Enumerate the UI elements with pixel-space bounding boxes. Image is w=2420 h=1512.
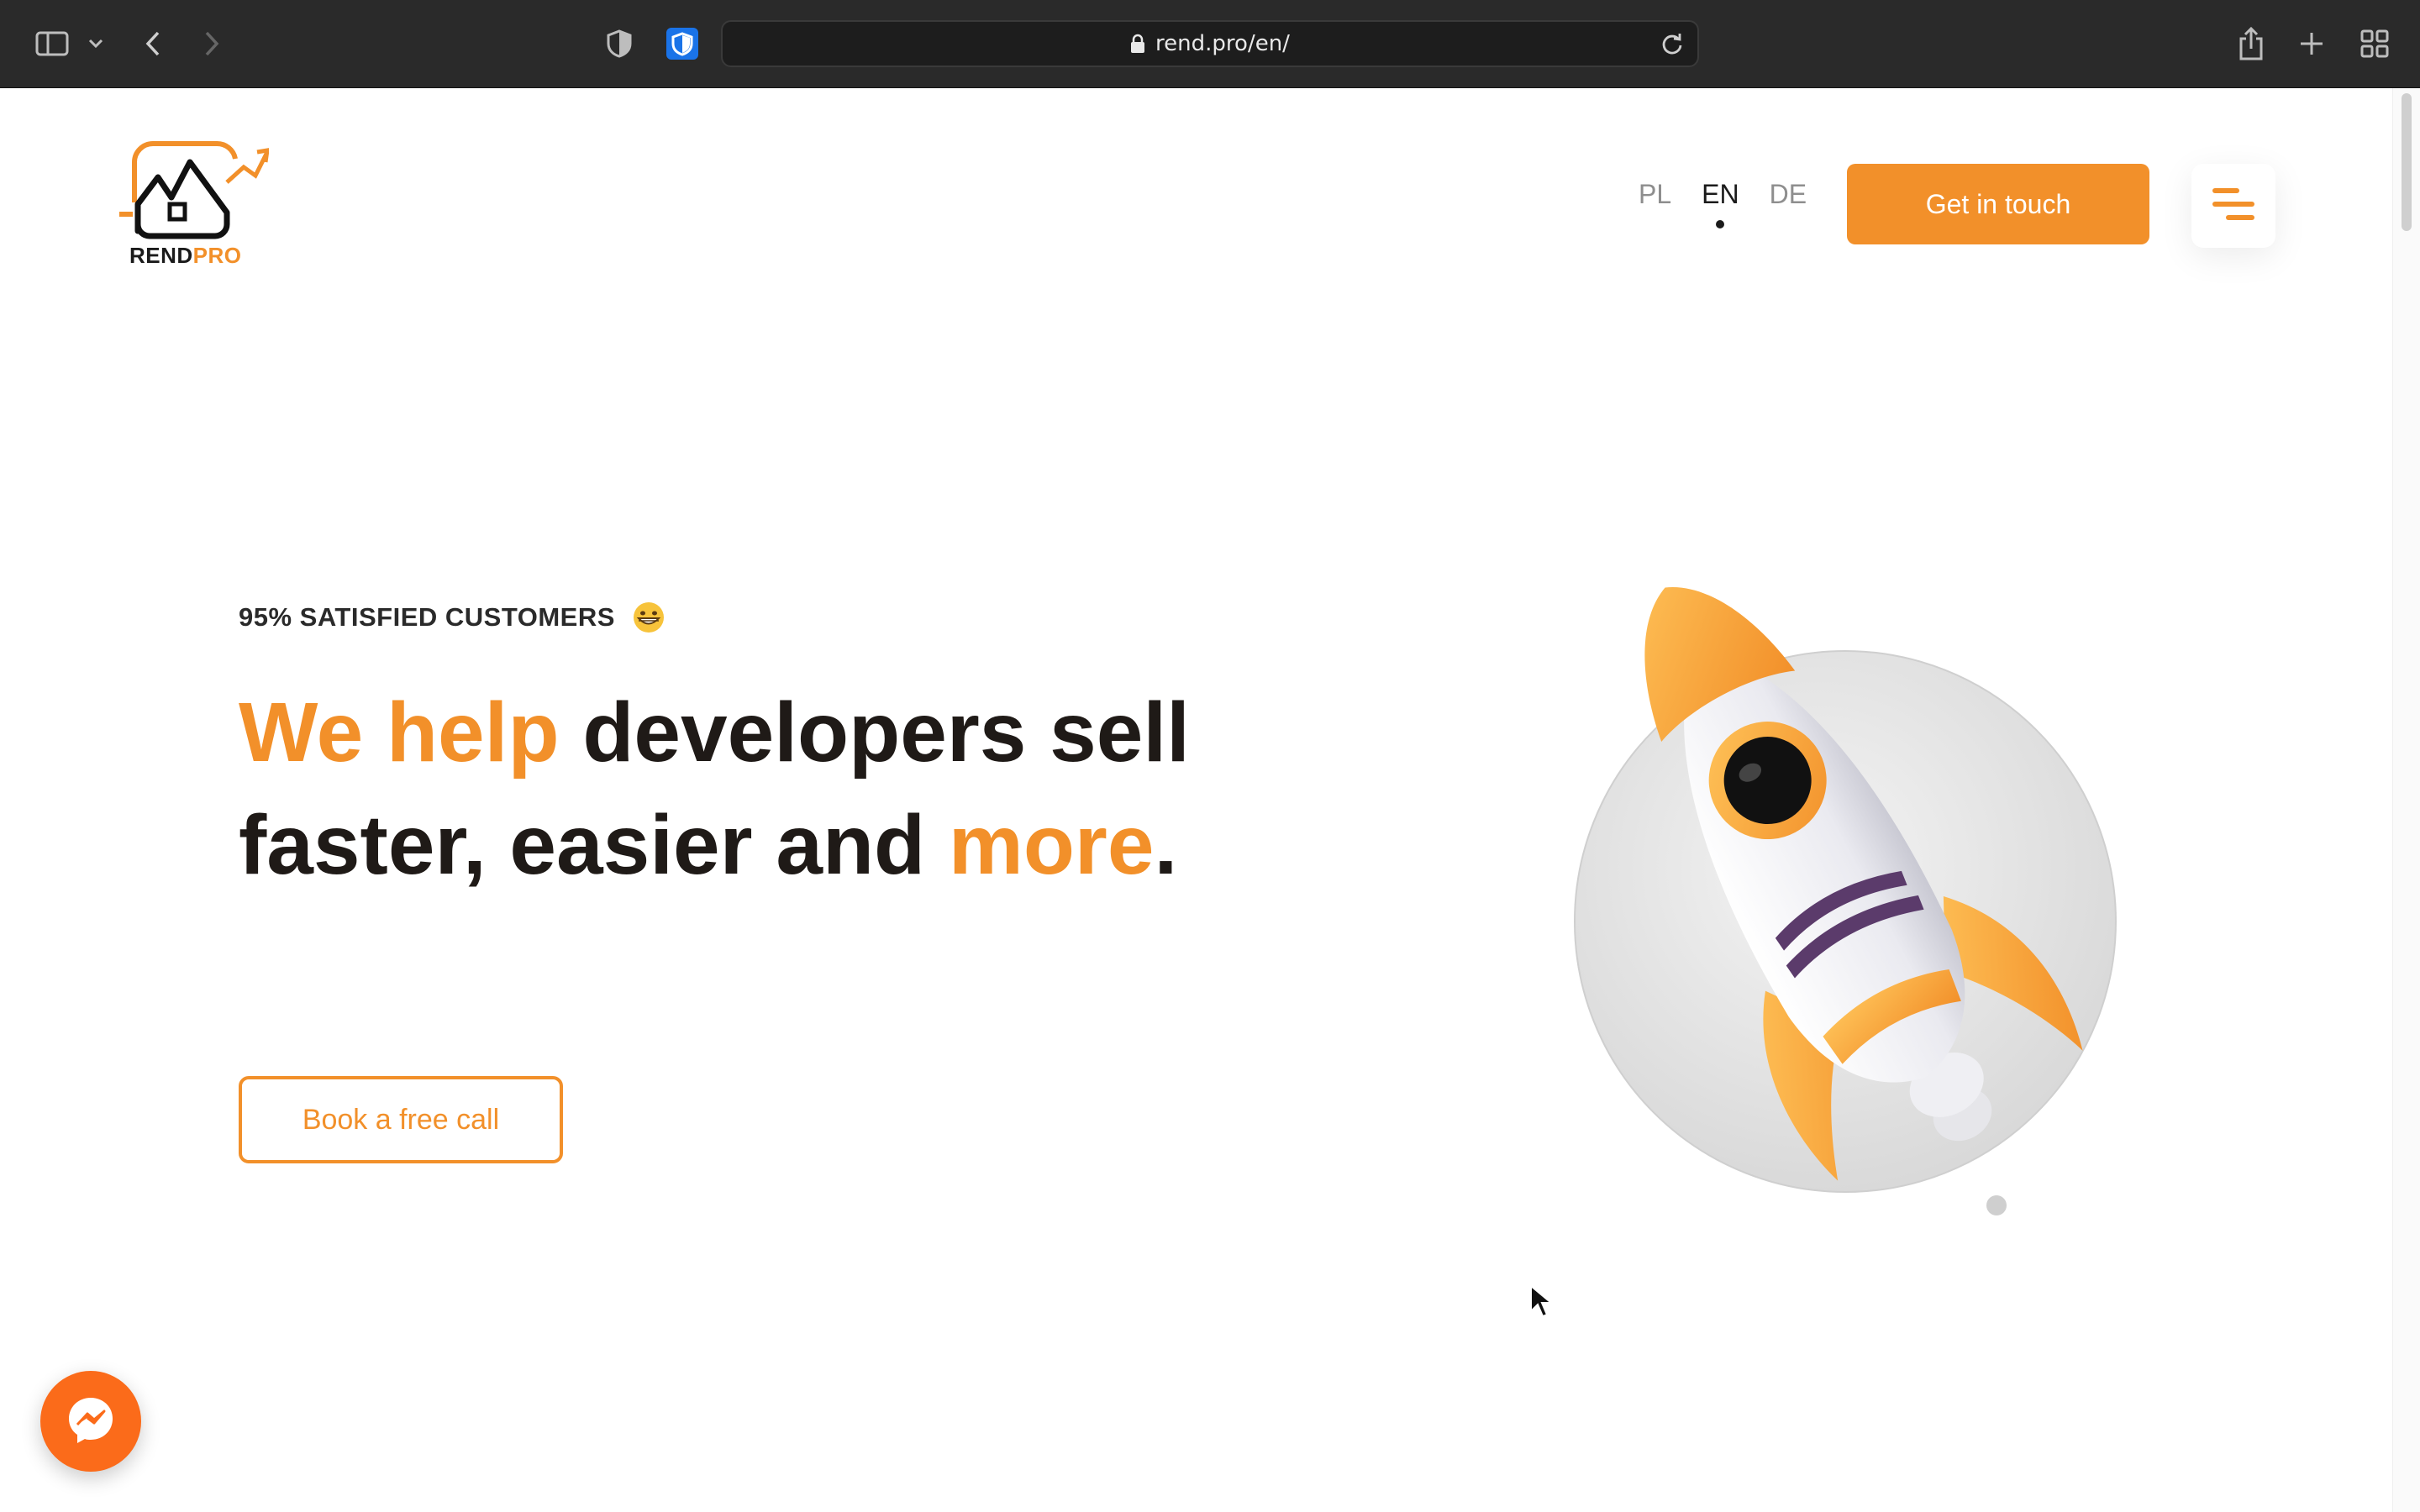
hero-eyebrow: 95% SATISFIED CUSTOMERS	[239, 601, 666, 634]
reload-icon[interactable]	[1660, 32, 1684, 55]
mouse-cursor-icon	[1529, 1284, 1554, 1322]
get-in-touch-button[interactable]: Get in touch	[1847, 164, 2149, 244]
messenger-chat-button[interactable]	[40, 1371, 141, 1472]
rocket-illustration	[1563, 517, 2151, 1222]
browser-toolbar: rend.pro/en/	[0, 0, 2420, 88]
page-content: RENDPRO PL EN DE Get in touch 95% SATISF…	[0, 88, 2393, 1512]
messenger-icon	[64, 1393, 118, 1451]
scrollbar-thumb[interactable]	[2402, 93, 2412, 231]
lang-en[interactable]: EN	[1702, 179, 1739, 228]
menu-button[interactable]	[2191, 164, 2275, 248]
tab-overview-icon[interactable]	[2358, 20, 2391, 67]
password-manager-icon[interactable]	[666, 20, 699, 67]
hero-headline: We help developers sell faster, easier a…	[239, 676, 1247, 901]
hamburger-menu-icon	[2212, 186, 2255, 227]
back-icon[interactable]	[139, 20, 166, 67]
new-tab-icon[interactable]	[2296, 20, 2328, 67]
satisfied-customers-text: 95% SATISFIED CUSTOMERS	[239, 602, 615, 632]
sidebar-toggle-icon[interactable]	[32, 20, 72, 67]
address-bar[interactable]: rend.pro/en/	[721, 20, 1699, 67]
headline-period: .	[1154, 798, 1178, 892]
lang-pl[interactable]: PL	[1639, 179, 1671, 210]
lock-icon	[1130, 34, 1145, 54]
page-scrollbar[interactable]	[2392, 88, 2420, 1512]
language-switcher: PL EN DE	[1639, 179, 1807, 228]
chevron-down-icon[interactable]	[82, 20, 109, 67]
logo-wordmark-pro: PRO	[192, 243, 242, 268]
logo-wordmark[interactable]: RENDPRO	[129, 243, 242, 269]
url-text: rend.pro/en/	[1155, 31, 1290, 56]
headline-accent-2: more	[948, 798, 1155, 892]
grinning-face-icon	[632, 601, 666, 634]
book-free-call-button[interactable]: Book a free call	[239, 1076, 563, 1163]
forward-icon[interactable]	[198, 20, 225, 67]
lang-de[interactable]: DE	[1770, 179, 1807, 210]
headline-accent-1: We help	[239, 685, 583, 780]
logo-wordmark-rend: REND	[129, 243, 193, 268]
privacy-shield-icon[interactable]	[603, 20, 635, 67]
share-icon[interactable]	[2235, 20, 2267, 67]
